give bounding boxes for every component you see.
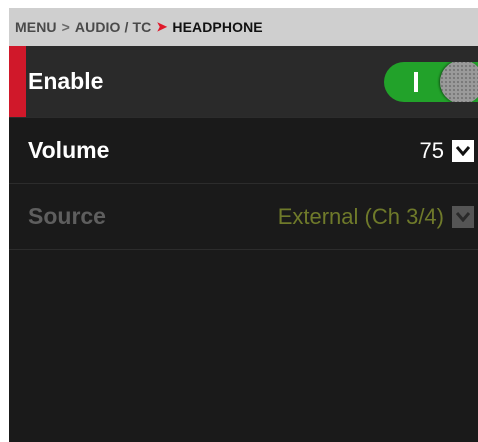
breadcrumb-menu[interactable]: MENU <box>15 19 57 35</box>
breadcrumb-current-arrow-icon: ➤ <box>156 19 168 34</box>
enable-row[interactable]: Enable <box>9 46 478 118</box>
toggle-knob[interactable] <box>440 62 478 102</box>
volume-value: 75 <box>419 137 444 163</box>
breadcrumb-audio-tc[interactable]: AUDIO / TC <box>75 19 151 35</box>
toggle-on-icon <box>414 72 418 92</box>
breadcrumb: MENU > AUDIO / TC ➤ HEADPHONE <box>9 8 478 46</box>
volume-dropdown-button[interactable] <box>452 139 474 162</box>
source-label: Source <box>28 203 106 229</box>
volume-label: Volume <box>28 137 110 163</box>
breadcrumb-headphone: HEADPHONE <box>172 19 263 35</box>
selection-indicator <box>9 46 26 117</box>
chevron-down-icon <box>456 211 470 222</box>
source-value: External (Ch 3/4) <box>277 203 444 229</box>
source-dropdown-button <box>452 205 474 228</box>
headphone-menu-screen: MENU > AUDIO / TC ➤ HEADPHONE Enable Vol… <box>9 8 478 442</box>
chevron-down-icon <box>456 145 470 156</box>
volume-row[interactable]: Volume 75 <box>9 118 478 184</box>
enable-label: Enable <box>28 68 104 94</box>
breadcrumb-separator: > <box>61 19 70 35</box>
enable-toggle[interactable] <box>384 62 478 102</box>
source-row: Source External (Ch 3/4) <box>9 184 478 250</box>
